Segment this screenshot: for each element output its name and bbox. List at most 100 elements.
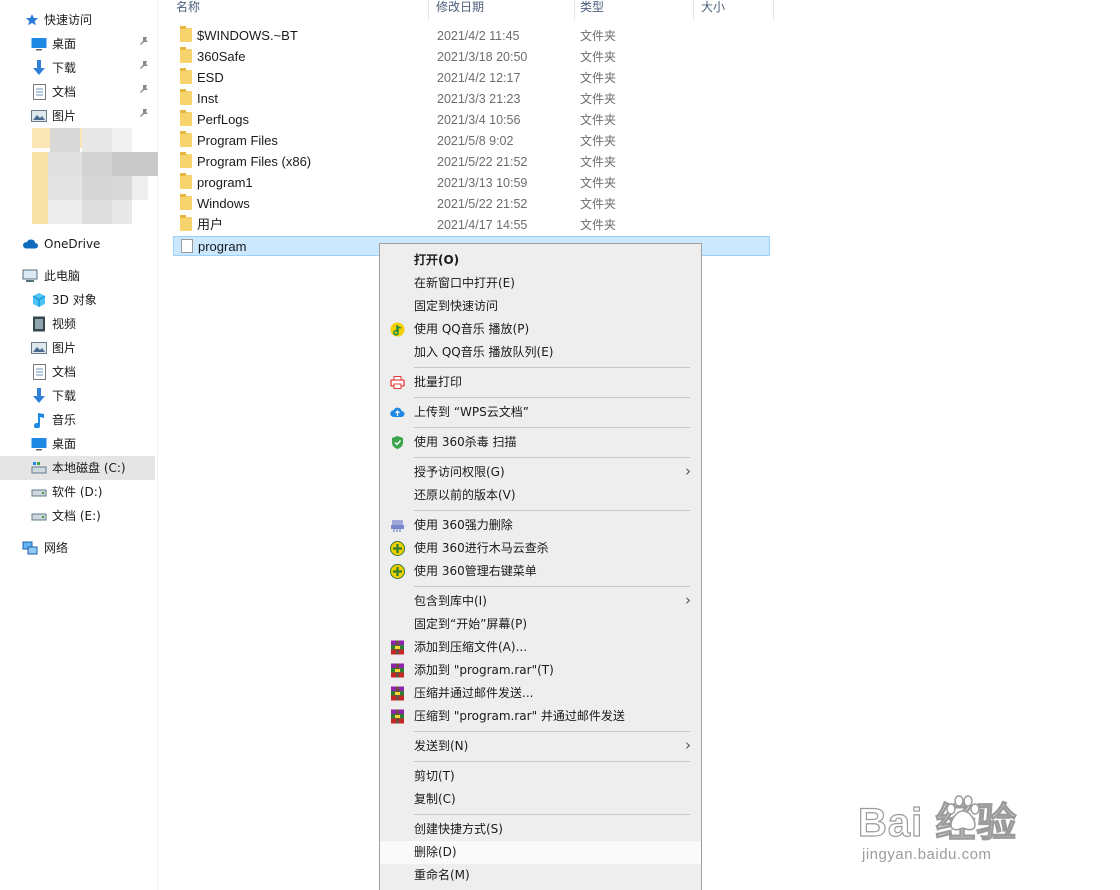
sidebar-pc-item[interactable]: 图片 xyxy=(0,336,155,360)
column-size-label: 大小 xyxy=(701,0,726,14)
context-menu-item[interactable]: 使用 QQ音乐 播放(P) xyxy=(380,318,701,341)
sidebar-pc-item-label: 音乐 xyxy=(52,413,77,427)
baidu-paw-icon xyxy=(946,795,980,831)
file-row[interactable]: $WINDOWS.~BT 2021/4/2 11:45 文件夹 xyxy=(173,26,770,46)
sidebar-this-pc[interactable]: 此电脑 xyxy=(0,264,155,288)
file-name: 用户 xyxy=(197,217,224,232)
file-row[interactable]: Program Files (x86) 2021/5/22 21:52 文件夹 xyxy=(173,152,770,172)
menu-item-label: 还原以前的版本(V) xyxy=(414,488,516,502)
video-icon xyxy=(31,316,47,332)
context-menu-item[interactable]: 批量打印 xyxy=(380,371,701,394)
context-menu-item[interactable]: 固定到“开始”屏幕(P) xyxy=(380,613,701,636)
context-menu-item[interactable]: 加入 QQ音乐 播放队列(E) xyxy=(380,341,701,364)
sidebar-pc-item-label: 文档 (E:) xyxy=(52,509,101,523)
sidebar-pc-item-label: 本地磁盘 (C:) xyxy=(52,461,126,475)
menu-item-label: 压缩到 "program.rar" 并通过邮件发送 xyxy=(414,709,625,723)
context-menu-item[interactable]: 复制(C) xyxy=(380,788,701,811)
context-menu-item[interactable]: 还原以前的版本(V) xyxy=(380,484,701,507)
file-row[interactable]: PerfLogs 2021/3/4 10:56 文件夹 xyxy=(173,110,770,130)
menu-item-label: 使用 360强力删除 xyxy=(414,518,513,532)
network-icon xyxy=(22,540,38,556)
sidebar-quick-item-label: 桌面 xyxy=(52,37,77,51)
context-menu-item[interactable]: 包含到库中(I) › xyxy=(380,590,701,613)
context-menu-item[interactable]: 重命名(M) xyxy=(380,864,701,887)
file-row[interactable]: program1 2021/3/13 10:59 文件夹 xyxy=(173,173,770,193)
column-header-name[interactable]: 名称 xyxy=(176,0,429,20)
sidebar-onedrive[interactable]: OneDrive xyxy=(0,232,155,256)
context-menu-item[interactable]: 使用 360强力删除 xyxy=(380,514,701,537)
menu-item-label: 上传到 “WPS云文档” xyxy=(414,405,529,419)
context-menu-item[interactable]: 使用 360管理右键菜单 xyxy=(380,560,701,583)
sidebar-network-label: 网络 xyxy=(44,541,69,555)
column-header-size[interactable]: 大小 xyxy=(701,0,774,20)
file-row[interactable]: 用户 2021/4/17 14:55 文件夹 xyxy=(173,215,770,235)
menu-item-label: 使用 360杀毒 扫描 xyxy=(414,435,517,449)
context-menu-item[interactable]: 删除(D) xyxy=(380,841,701,864)
sidebar-quick-access[interactable]: 快速访问 xyxy=(0,8,155,32)
star-icon xyxy=(24,12,40,28)
pin-icon xyxy=(139,84,149,97)
sidebar-pc-item[interactable]: 文档 xyxy=(0,360,155,384)
context-menu-item[interactable]: 上传到 “WPS云文档” xyxy=(380,401,701,424)
context-menu-item[interactable]: 压缩并通过邮件发送... xyxy=(380,682,701,705)
context-menu-item[interactable]: 固定到快速访问 xyxy=(380,295,701,318)
file-date: 2021/3/13 10:59 xyxy=(437,176,528,190)
context-menu-item[interactable]: 添加到压缩文件(A)... xyxy=(380,636,701,659)
file-row[interactable]: ESD 2021/4/2 12:17 文件夹 xyxy=(173,68,770,88)
winrar-icon xyxy=(390,640,405,655)
context-menu-item[interactable]: 剪切(T) xyxy=(380,765,701,788)
sidebar-network[interactable]: 网络 xyxy=(0,536,155,560)
file-icon xyxy=(181,239,193,253)
3d-objects-icon xyxy=(31,292,47,308)
context-menu-item[interactable]: 在新窗口中打开(E) xyxy=(380,272,701,295)
sidebar-pc-item[interactable]: 音乐 xyxy=(0,408,155,432)
context-menu-item[interactable]: 授予访问权限(G) › xyxy=(380,461,701,484)
menu-item-label: 复制(C) xyxy=(414,792,456,806)
menu-item-label: 打开(O) xyxy=(414,253,460,267)
sidebar-quick-item[interactable]: 文档 xyxy=(0,80,155,104)
sidebar-pc-item-label: 桌面 xyxy=(52,437,77,451)
context-menu-item[interactable]: 压缩到 "program.rar" 并通过邮件发送 xyxy=(380,705,701,728)
file-date: 2021/3/4 10:56 xyxy=(437,113,521,127)
file-row[interactable]: Windows 2021/5/22 21:52 文件夹 xyxy=(173,194,770,214)
context-menu-item[interactable]: 添加到 "program.rar"(T) xyxy=(380,659,701,682)
sidebar-quick-item-label: 下载 xyxy=(52,61,77,75)
sidebar-quick-item[interactable]: 桌面 xyxy=(0,32,155,56)
onedrive-icon xyxy=(22,236,38,252)
file-date: 2021/5/22 21:52 xyxy=(437,155,528,169)
context-menu-item[interactable]: 使用 360杀毒 扫描 xyxy=(380,431,701,454)
sidebar-pc-item[interactable]: 文档 (E:) xyxy=(0,504,155,528)
file-type: 文件夹 xyxy=(580,50,617,64)
context-menu-item[interactable]: 打开(O) xyxy=(380,249,701,272)
file-row[interactable]: Program Files 2021/5/8 9:02 文件夹 xyxy=(173,131,770,151)
sidebar-quick-item[interactable]: 下载 xyxy=(0,56,155,80)
sidebar-pc-item[interactable]: 桌面 xyxy=(0,432,155,456)
sidebar-pc-item[interactable]: 视频 xyxy=(0,312,155,336)
column-header-type[interactable]: 类型 xyxy=(580,0,694,20)
sidebar-pc-item[interactable]: 本地磁盘 (C:) xyxy=(0,456,155,480)
file-row[interactable]: 360Safe 2021/3/18 20:50 文件夹 xyxy=(173,47,770,67)
folder-icon xyxy=(180,47,192,63)
file-date: 2021/4/17 14:55 xyxy=(437,218,528,232)
sidebar-pc-item[interactable]: 下载 xyxy=(0,384,155,408)
chevron-right-icon: › xyxy=(685,591,691,609)
sidebar-quick-item[interactable]: 图片 xyxy=(0,104,155,128)
shield-360-icon xyxy=(390,435,405,450)
menu-item-label: 固定到“开始”屏幕(P) xyxy=(414,617,528,631)
sidebar-pc-item[interactable]: 软件 (D:) xyxy=(0,480,155,504)
context-menu-item[interactable]: 创建快捷方式(S) xyxy=(380,818,701,841)
menu-separator xyxy=(414,761,690,762)
column-header-date[interactable]: 修改日期 xyxy=(436,0,575,20)
sidebar-pc-item-label: 文档 xyxy=(52,365,77,379)
file-row[interactable]: Inst 2021/3/3 21:23 文件夹 xyxy=(173,89,770,109)
pin-icon xyxy=(139,36,149,49)
file-type: 文件夹 xyxy=(580,197,617,211)
menu-separator xyxy=(414,427,690,428)
file-name: program1 xyxy=(197,175,253,190)
context-menu-item[interactable]: 使用 360进行木马云查杀 xyxy=(380,537,701,560)
sidebar-pc-item[interactable]: 3D 对象 xyxy=(0,288,155,312)
document-icon xyxy=(31,364,47,380)
folder-icon xyxy=(180,194,192,210)
menu-separator xyxy=(414,731,690,732)
context-menu-item[interactable]: 发送到(N) › xyxy=(380,735,701,758)
